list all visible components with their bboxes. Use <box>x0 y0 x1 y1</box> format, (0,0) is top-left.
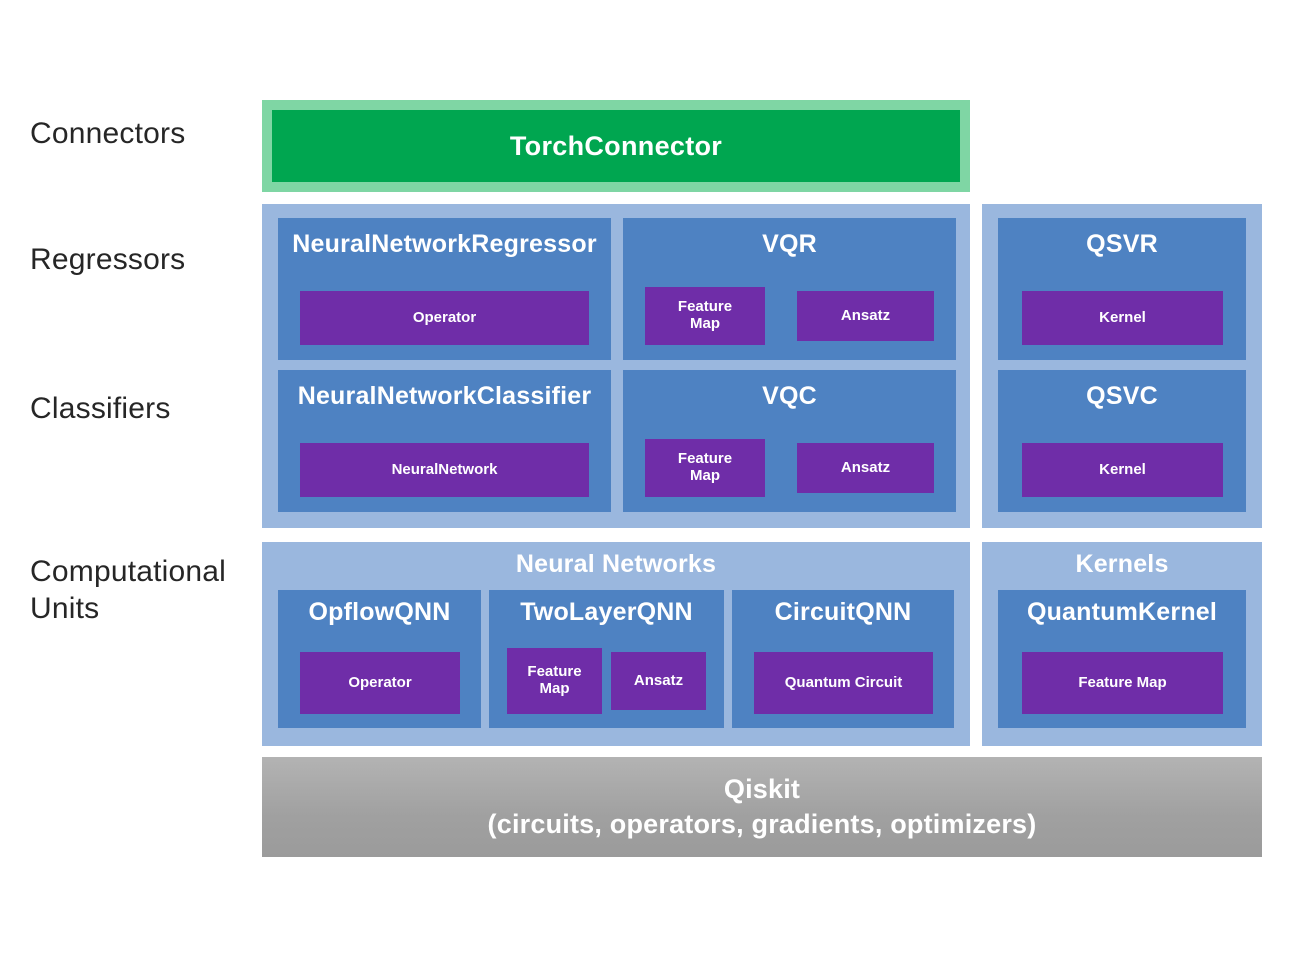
row-label-classifiers: Classifiers <box>30 392 171 425</box>
chip-feature-map-line1: Feature <box>677 298 733 316</box>
row-label-computational-units-line2: Units <box>30 591 100 625</box>
chip-ansatz[interactable]: Ansatz <box>797 443 934 493</box>
models-panel-left: NeuralNetworkRegressor Operator VQR Feat… <box>262 204 970 528</box>
connectors-band: TorchConnector <box>262 100 970 192</box>
panel-title-kernels: Kernels <box>1075 550 1169 578</box>
card-qsvc[interactable]: QSVC Kernel <box>998 370 1246 512</box>
torch-connector-label: TorchConnector <box>509 130 723 161</box>
card-title-opflow-qnn: OpflowQNN <box>308 598 451 626</box>
torch-connector-box[interactable]: TorchConnector <box>272 110 960 182</box>
chip-feature-map[interactable]: Feature Map <box>645 439 765 497</box>
panel-title-neural-networks: Neural Networks <box>515 550 717 578</box>
card-opflow-qnn[interactable]: OpflowQNN Operator <box>278 590 481 728</box>
neural-networks-panel: Neural Networks OpflowQNN Operator TwoLa… <box>262 542 970 746</box>
chip-neural-network[interactable]: NeuralNetwork <box>300 443 589 497</box>
card-neural-network-regressor[interactable]: NeuralNetworkRegressor Operator <box>278 218 611 360</box>
chip-ansatz[interactable]: Ansatz <box>797 291 934 341</box>
row-label-connectors: Connectors <box>30 117 186 150</box>
card-title-qsvr: QSVR <box>1086 230 1158 258</box>
card-title-vqr: VQR <box>762 230 817 258</box>
card-neural-network-classifier[interactable]: NeuralNetworkClassifier NeuralNetwork <box>278 370 611 512</box>
chip-operator[interactable]: Operator <box>300 652 460 714</box>
row-label-computational-units-line1: Computational <box>30 555 227 588</box>
card-title-neural-network-classifier: NeuralNetworkClassifier <box>297 382 592 410</box>
card-vqr[interactable]: VQR Feature Map Ansatz <box>623 218 956 360</box>
chip-feature-map-line1: Feature <box>677 450 733 468</box>
chip-feature-map-line2: Map <box>690 315 720 332</box>
chip-feature-map[interactable]: Feature Map <box>1022 652 1223 714</box>
card-vqc[interactable]: VQC Feature Map Ansatz <box>623 370 956 512</box>
card-title-two-layer-qnn: TwoLayerQNN <box>520 598 693 626</box>
chip-feature-map-line2: Map <box>690 467 720 484</box>
qiskit-subtitle: (circuits, operators, gradients, optimiz… <box>487 809 1037 839</box>
chip-feature-map[interactable]: Feature Map <box>645 287 765 345</box>
kernels-panel: Kernels QuantumKernel Feature Map <box>982 542 1262 746</box>
models-panel-right: QSVR Kernel QSVC Kernel <box>982 204 1262 528</box>
card-circuit-qnn[interactable]: CircuitQNN Quantum Circuit <box>732 590 954 728</box>
card-title-vqc: VQC <box>762 382 817 410</box>
chip-feature-map-line1: Feature <box>527 663 582 681</box>
chip-quantum-circuit[interactable]: Quantum Circuit <box>754 652 933 714</box>
card-two-layer-qnn[interactable]: TwoLayerQNN Feature Map Ansatz <box>489 590 724 728</box>
chip-operator[interactable]: Operator <box>300 291 589 345</box>
chip-feature-map-line2: Map <box>539 680 570 697</box>
card-title-neural-network-regressor: NeuralNetworkRegressor <box>292 230 597 258</box>
qiskit-ml-architecture-diagram: Connectors Regressors Classifiers Comput… <box>0 0 1300 975</box>
card-title-quantum-kernel: QuantumKernel <box>1026 598 1218 626</box>
chip-feature-map[interactable]: Feature Map <box>507 648 602 714</box>
qiskit-foundation-bar: Qiskit (circuits, operators, gradients, … <box>262 757 1262 857</box>
chip-ansatz[interactable]: Ansatz <box>611 652 706 710</box>
card-title-qsvc: QSVC <box>1086 382 1158 410</box>
chip-kernel[interactable]: Kernel <box>1022 291 1223 345</box>
row-label-computational-units: Computational Units <box>30 554 255 627</box>
qiskit-title: Qiskit <box>723 773 801 804</box>
card-title-circuit-qnn: CircuitQNN <box>774 598 912 626</box>
card-qsvr[interactable]: QSVR Kernel <box>998 218 1246 360</box>
chip-kernel[interactable]: Kernel <box>1022 443 1223 497</box>
row-label-regressors: Regressors <box>30 243 186 276</box>
card-quantum-kernel[interactable]: QuantumKernel Feature Map <box>998 590 1246 728</box>
